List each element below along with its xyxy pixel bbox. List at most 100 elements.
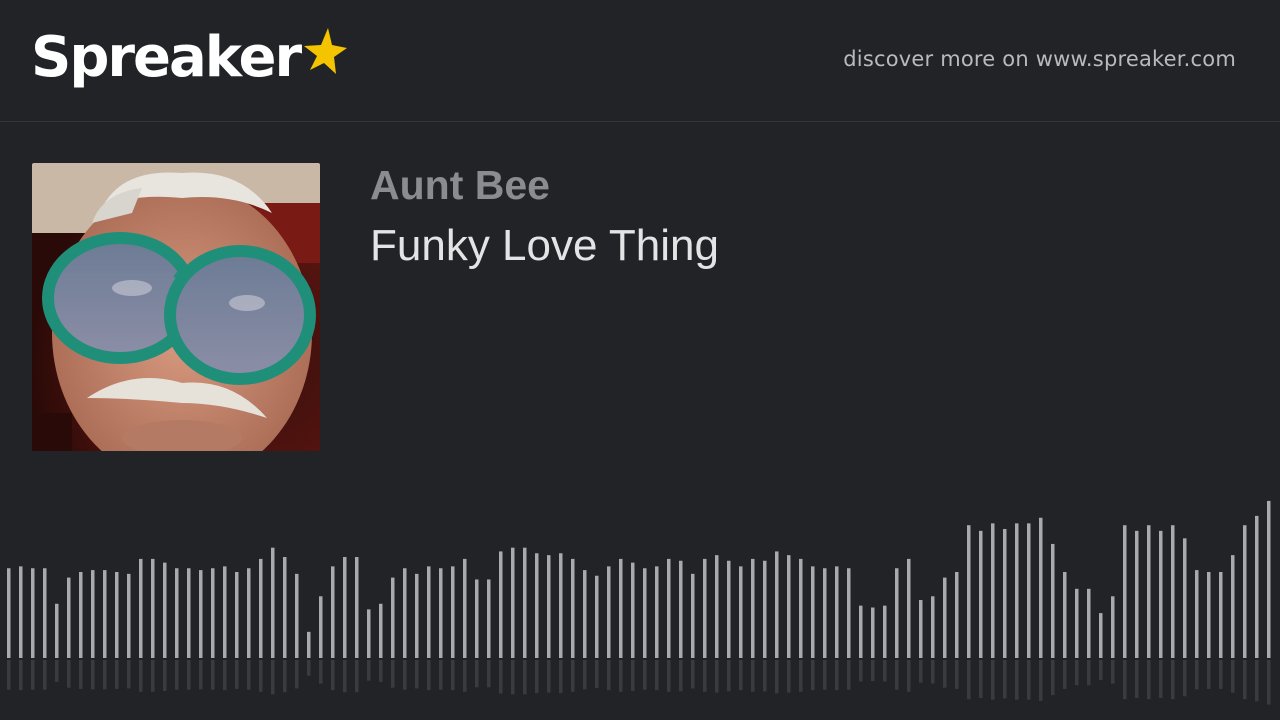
waveform-bar-reflection bbox=[1231, 660, 1235, 693]
waveform-bar bbox=[715, 555, 719, 658]
waveform-bar bbox=[811, 566, 815, 658]
waveform-bar bbox=[595, 575, 599, 658]
waveform-bar bbox=[739, 566, 743, 658]
waveform-bar bbox=[571, 558, 575, 658]
waveform-bar-reflection bbox=[367, 660, 371, 681]
waveform-bar bbox=[799, 558, 803, 658]
waveform-bar bbox=[31, 568, 35, 658]
show-title[interactable]: Aunt Bee bbox=[370, 162, 550, 209]
waveform-bar bbox=[1171, 525, 1175, 658]
waveform-bar-reflection bbox=[715, 660, 719, 693]
waveform-bar-reflection bbox=[667, 660, 671, 692]
spreaker-logo[interactable]: Spreaker bbox=[31, 22, 348, 102]
waveform-bar-reflection bbox=[103, 660, 107, 690]
waveform-bar bbox=[883, 605, 887, 658]
waveform-bar bbox=[343, 557, 347, 658]
waveform-bar bbox=[667, 558, 671, 658]
waveform-bar bbox=[847, 568, 851, 658]
waveform-bar bbox=[55, 603, 59, 658]
waveform-bar-reflection bbox=[295, 660, 299, 689]
waveform-bar-reflection bbox=[331, 660, 335, 691]
waveform-bar-reflection bbox=[847, 660, 851, 690]
waveform-bar-reflection bbox=[403, 660, 407, 690]
waveform-bar-reflection bbox=[1075, 660, 1079, 686]
waveform-bar-reflection bbox=[355, 660, 359, 693]
waveform-bar bbox=[1135, 530, 1139, 658]
audio-waveform[interactable] bbox=[0, 500, 1280, 720]
waveform-bar bbox=[1039, 517, 1043, 658]
waveform-bar bbox=[751, 558, 755, 658]
waveform-bar bbox=[163, 562, 167, 658]
waveform-bar bbox=[1219, 571, 1223, 658]
waveform-bar-reflection bbox=[379, 660, 383, 682]
waveform-bar-reflection bbox=[127, 660, 131, 689]
waveform-bar bbox=[907, 558, 911, 658]
waveform-bar bbox=[7, 568, 11, 658]
waveform-bar bbox=[835, 566, 839, 658]
waveform-bar-reflection bbox=[439, 660, 443, 690]
waveform-bar-reflection bbox=[751, 660, 755, 692]
waveform-bar-reflection bbox=[895, 660, 899, 690]
waveform-bar bbox=[223, 566, 227, 658]
discover-link[interactable]: discover more on www.spreaker.com bbox=[843, 47, 1236, 71]
waveform-bar bbox=[283, 557, 287, 658]
waveform-bar bbox=[199, 570, 203, 658]
waveform-bar bbox=[463, 558, 467, 658]
waveform-bar bbox=[775, 551, 779, 658]
cover-image bbox=[32, 163, 320, 451]
waveform-bar bbox=[211, 568, 215, 658]
waveform-bar bbox=[655, 566, 659, 658]
waveform-bar bbox=[1195, 570, 1199, 658]
waveform-bar bbox=[103, 570, 107, 658]
waveform-bar-reflection bbox=[19, 660, 23, 691]
waveform-bar bbox=[91, 570, 95, 658]
waveform-bar-reflection bbox=[499, 660, 503, 694]
waveform-bar-reflection bbox=[1243, 660, 1247, 700]
waveform-bar bbox=[175, 568, 179, 658]
waveform-bar bbox=[619, 558, 623, 658]
waveform-bar bbox=[1231, 555, 1235, 658]
waveform-bar-reflection bbox=[679, 660, 683, 692]
waveform-bar bbox=[943, 577, 947, 658]
waveform-bar bbox=[19, 566, 23, 658]
waveform-bar-reflection bbox=[283, 660, 287, 693]
waveform-bar-reflection bbox=[547, 660, 551, 693]
waveform-bar-reflection bbox=[643, 660, 647, 690]
waveform-bar-reflection bbox=[343, 660, 347, 693]
waveform-bar bbox=[823, 568, 827, 658]
waveform-bar-reflection bbox=[7, 660, 11, 690]
header-bar: Spreaker discover more on www.spreaker.c… bbox=[0, 0, 1280, 122]
waveform-bar bbox=[1183, 538, 1187, 658]
waveform-bar-reflection bbox=[31, 660, 35, 690]
waveform-bar bbox=[115, 571, 119, 658]
waveform-bar-reflection bbox=[475, 660, 479, 688]
waveform-bar-reflection bbox=[1183, 660, 1187, 697]
waveform-bar-reflection bbox=[487, 660, 491, 688]
waveform-bar-reflection bbox=[931, 660, 935, 684]
waveform-bar bbox=[955, 571, 959, 658]
waveform-bar bbox=[1003, 528, 1007, 658]
waveform-bar bbox=[331, 566, 335, 658]
waveform-bar bbox=[691, 573, 695, 658]
waveform-bar bbox=[679, 560, 683, 658]
waveform-bar bbox=[415, 573, 419, 658]
waveform-bar bbox=[1267, 500, 1271, 658]
waveform-bar-reflection bbox=[91, 660, 95, 690]
waveform-bar bbox=[1063, 571, 1067, 658]
waveform-bar bbox=[559, 553, 563, 658]
waveform-bar-reflection bbox=[1051, 660, 1055, 696]
waveform-bar bbox=[727, 560, 731, 658]
waveform-bar bbox=[1255, 515, 1259, 658]
waveform-bar bbox=[367, 609, 371, 658]
waveform-bar bbox=[979, 530, 983, 658]
waveform-bar-reflection bbox=[151, 660, 155, 692]
waveform-bar-reflection bbox=[223, 660, 227, 691]
waveform-bar-reflection bbox=[415, 660, 419, 689]
waveform-bar-reflection bbox=[43, 660, 47, 690]
waveform-bar-reflection bbox=[163, 660, 167, 691]
waveform-bar bbox=[895, 568, 899, 658]
waveform-bar bbox=[1051, 543, 1055, 658]
waveform-bar-reflection bbox=[955, 660, 959, 689]
waveform-bar-reflection bbox=[691, 660, 695, 689]
waveform-bar-reflection bbox=[919, 660, 923, 683]
